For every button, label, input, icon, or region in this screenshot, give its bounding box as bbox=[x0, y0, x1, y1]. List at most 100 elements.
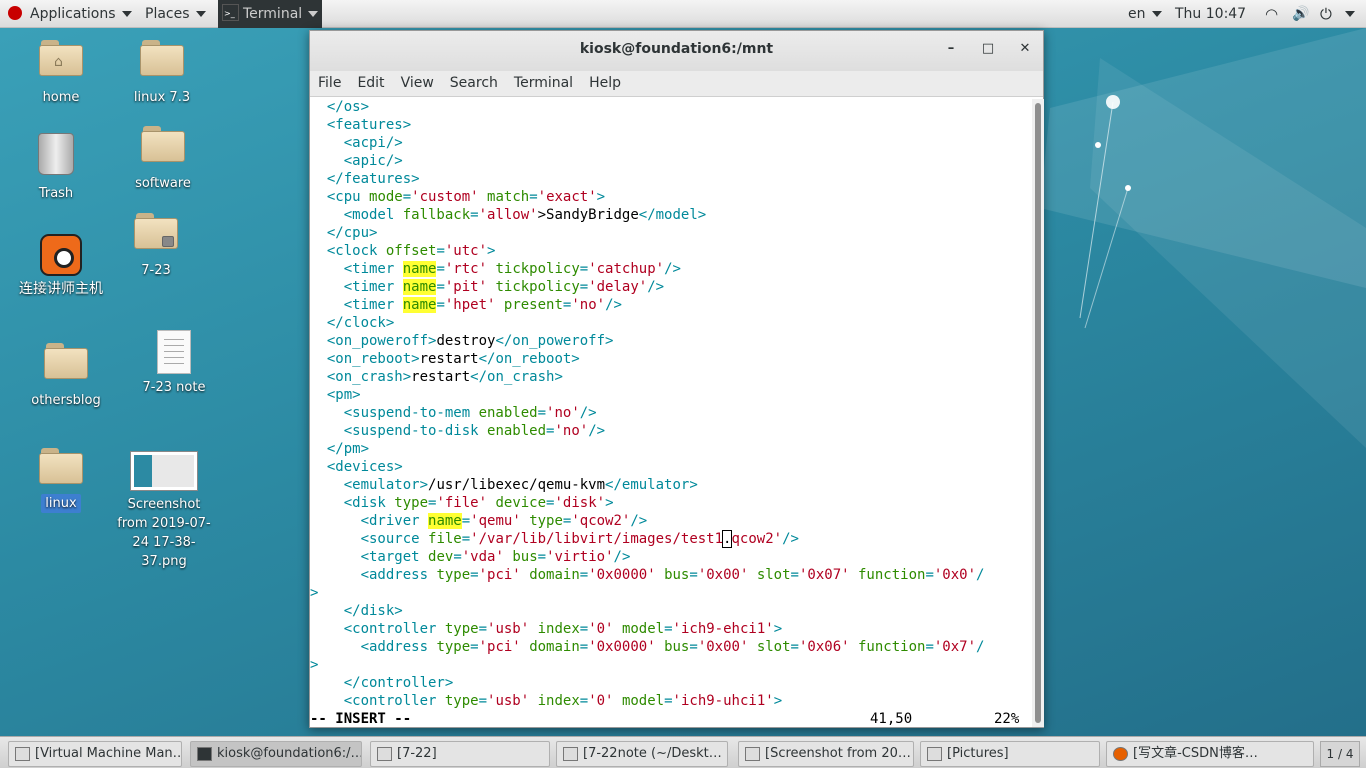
desktop-icon-home[interactable]: ⌂ home bbox=[11, 40, 111, 107]
terminal-app-menu[interactable]: Terminal bbox=[218, 0, 323, 28]
xml-tag-text bbox=[614, 693, 622, 709]
desktop-icon-label: linux bbox=[41, 494, 81, 513]
firefox-icon bbox=[1113, 747, 1128, 761]
workspace-pager[interactable]: 1 / 4 bbox=[1320, 741, 1360, 767]
code-line: <target dev='vda' bus='virtio'/> bbox=[310, 548, 1030, 566]
scrollbar-thumb[interactable] bbox=[1035, 103, 1041, 723]
xml-tag-text bbox=[656, 567, 664, 583]
task-label: [7-22] bbox=[397, 746, 437, 761]
clock[interactable]: Thu 10:47 bbox=[1175, 0, 1246, 28]
xml-tag-text: /> bbox=[647, 279, 665, 295]
xml-value: '0x0000' bbox=[588, 639, 656, 655]
xml-value: 'rtc' bbox=[444, 261, 488, 277]
task-7-22-folder[interactable]: [7-22] bbox=[370, 741, 550, 767]
xml-value: '0' bbox=[588, 693, 614, 709]
language-indicator[interactable]: en bbox=[1128, 0, 1162, 28]
code-line: > bbox=[310, 656, 1030, 674]
xml-tag-text: = bbox=[436, 243, 445, 259]
menu-edit[interactable]: Edit bbox=[349, 71, 392, 95]
xml-tag-text: /> bbox=[782, 531, 799, 547]
search-highlight: name bbox=[402, 279, 437, 295]
xml-tag-text: </os> bbox=[310, 99, 370, 115]
xml-tag-text: <controller bbox=[310, 621, 445, 637]
xml-tag-text: /> bbox=[579, 405, 597, 421]
xml-value: '0x00' bbox=[697, 639, 749, 655]
xml-attribute: model bbox=[621, 621, 665, 637]
xml-value: 'vda' bbox=[461, 549, 504, 565]
xml-attribute: device bbox=[495, 495, 547, 511]
xml-attribute: type bbox=[436, 639, 471, 655]
desktop-icon-connect-teacher-host[interactable]: 连接讲师主机 bbox=[11, 234, 111, 299]
task-virtual-machine-manager[interactable]: [Virtual Machine Man… bbox=[8, 741, 182, 767]
xml-tag-text: <clock bbox=[310, 243, 386, 259]
xml-tag-text bbox=[529, 621, 537, 637]
window-titlebar[interactable]: kiosk@foundation6:/mnt – □ ✕ bbox=[310, 31, 1043, 71]
menu-file[interactable]: File bbox=[310, 71, 349, 95]
xml-tag-text: = bbox=[790, 639, 799, 655]
xml-tag-text: = bbox=[579, 621, 589, 637]
menu-search[interactable]: Search bbox=[442, 71, 506, 95]
task-pictures-folder[interactable]: [Pictures] bbox=[920, 741, 1100, 767]
code-line: <model fallback='allow'>SandyBridge</mod… bbox=[310, 206, 1030, 224]
xml-attribute: type bbox=[394, 495, 429, 511]
desktop-icon-7-23-note[interactable]: 7-23 note bbox=[124, 330, 224, 397]
task-terminal[interactable]: kiosk@foundation6:/… bbox=[190, 741, 362, 767]
code-line: </controller> bbox=[310, 674, 1030, 692]
volume-icon[interactable]: 🔊 bbox=[1292, 0, 1309, 28]
search-highlight: name bbox=[402, 261, 437, 277]
xml-attribute: type bbox=[436, 567, 471, 583]
maximize-button[interactable]: □ bbox=[973, 31, 1003, 67]
places-menu[interactable]: Places bbox=[145, 0, 206, 28]
search-highlight: name bbox=[402, 297, 437, 313]
close-button[interactable]: ✕ bbox=[1010, 31, 1040, 67]
desktop-icon-7-23[interactable]: 7-23 bbox=[106, 213, 206, 280]
power-icon[interactable]: ⏻ bbox=[1320, 0, 1332, 28]
desktop-icon-linux-7-3[interactable]: linux 7.3 bbox=[112, 40, 212, 107]
folder-icon bbox=[44, 343, 88, 379]
xml-value: 'hpet' bbox=[444, 297, 496, 313]
vim-buffer[interactable]: </os> <features> <acpi/> <apic/> </featu… bbox=[310, 98, 1030, 710]
xml-tag-text: = bbox=[925, 567, 934, 583]
xml-tag-text: = bbox=[579, 261, 589, 277]
task-7-22note-editor[interactable]: [7-22note (~/Deskt… bbox=[556, 741, 728, 767]
xml-value: qcow2' bbox=[731, 531, 783, 547]
xml-tag-text: = bbox=[453, 549, 462, 565]
menubar: File Edit View Search Terminal Help bbox=[310, 71, 1043, 97]
desktop-icon-label: Trash bbox=[38, 186, 74, 201]
applications-menu[interactable]: Applications bbox=[8, 0, 132, 28]
xml-tag-text: / bbox=[976, 639, 985, 655]
xml-tag-text: /> bbox=[605, 297, 622, 313]
menu-terminal[interactable]: Terminal bbox=[506, 71, 581, 95]
terminal-window[interactable]: kiosk@foundation6:/mnt – □ ✕ File Edit Vie… bbox=[309, 30, 1044, 728]
desktop-icon-label: 连接讲师主机 bbox=[19, 281, 103, 297]
desktop-icon-linux[interactable]: linux bbox=[11, 448, 111, 513]
trash-icon bbox=[38, 133, 74, 175]
xml-attribute: bus bbox=[664, 567, 690, 583]
xml-text: destroy bbox=[436, 333, 496, 349]
xml-tag-text: > bbox=[773, 693, 783, 709]
code-line: <suspend-to-disk enabled='no'/> bbox=[310, 422, 1030, 440]
menu-help[interactable]: Help bbox=[581, 71, 629, 95]
xml-tag-text: <on_poweroff> bbox=[310, 333, 437, 349]
task-firefox-csdn[interactable]: [写文章-CSDN博客… bbox=[1106, 741, 1314, 767]
desktop-icon-trash[interactable]: Trash bbox=[6, 133, 106, 203]
chevron-down-icon[interactable] bbox=[1339, 0, 1355, 28]
folder-icon bbox=[140, 40, 184, 76]
code-line: > bbox=[310, 584, 1030, 602]
menu-view[interactable]: View bbox=[393, 71, 442, 95]
task-label: kiosk@foundation6:/… bbox=[217, 746, 362, 761]
code-line: <timer name='hpet' present='no'/> bbox=[310, 296, 1030, 314]
desktop-icon-screenshot[interactable]: Screenshot from 2019-07-24 17-38-37.png bbox=[108, 451, 220, 571]
scrollbar[interactable] bbox=[1032, 99, 1044, 727]
minimize-button[interactable]: – bbox=[936, 31, 966, 67]
xml-tag-text: = bbox=[461, 513, 471, 529]
xml-tag-text: </model> bbox=[638, 207, 707, 223]
desktop-icon-software[interactable]: software bbox=[113, 126, 213, 193]
xml-tag-text: </features> bbox=[310, 171, 420, 187]
desktop-icon-othersblog[interactable]: othersblog bbox=[16, 343, 116, 410]
xml-tag-text: <disk bbox=[310, 495, 395, 511]
xml-value: '0x0' bbox=[933, 567, 977, 583]
wifi-icon[interactable]: ◠ bbox=[1265, 0, 1278, 28]
task-screenshot-viewer[interactable]: [Screenshot from 20… bbox=[738, 741, 914, 767]
code-line: <emulator>/usr/libexec/qemu-kvm</emulato… bbox=[310, 476, 1030, 494]
